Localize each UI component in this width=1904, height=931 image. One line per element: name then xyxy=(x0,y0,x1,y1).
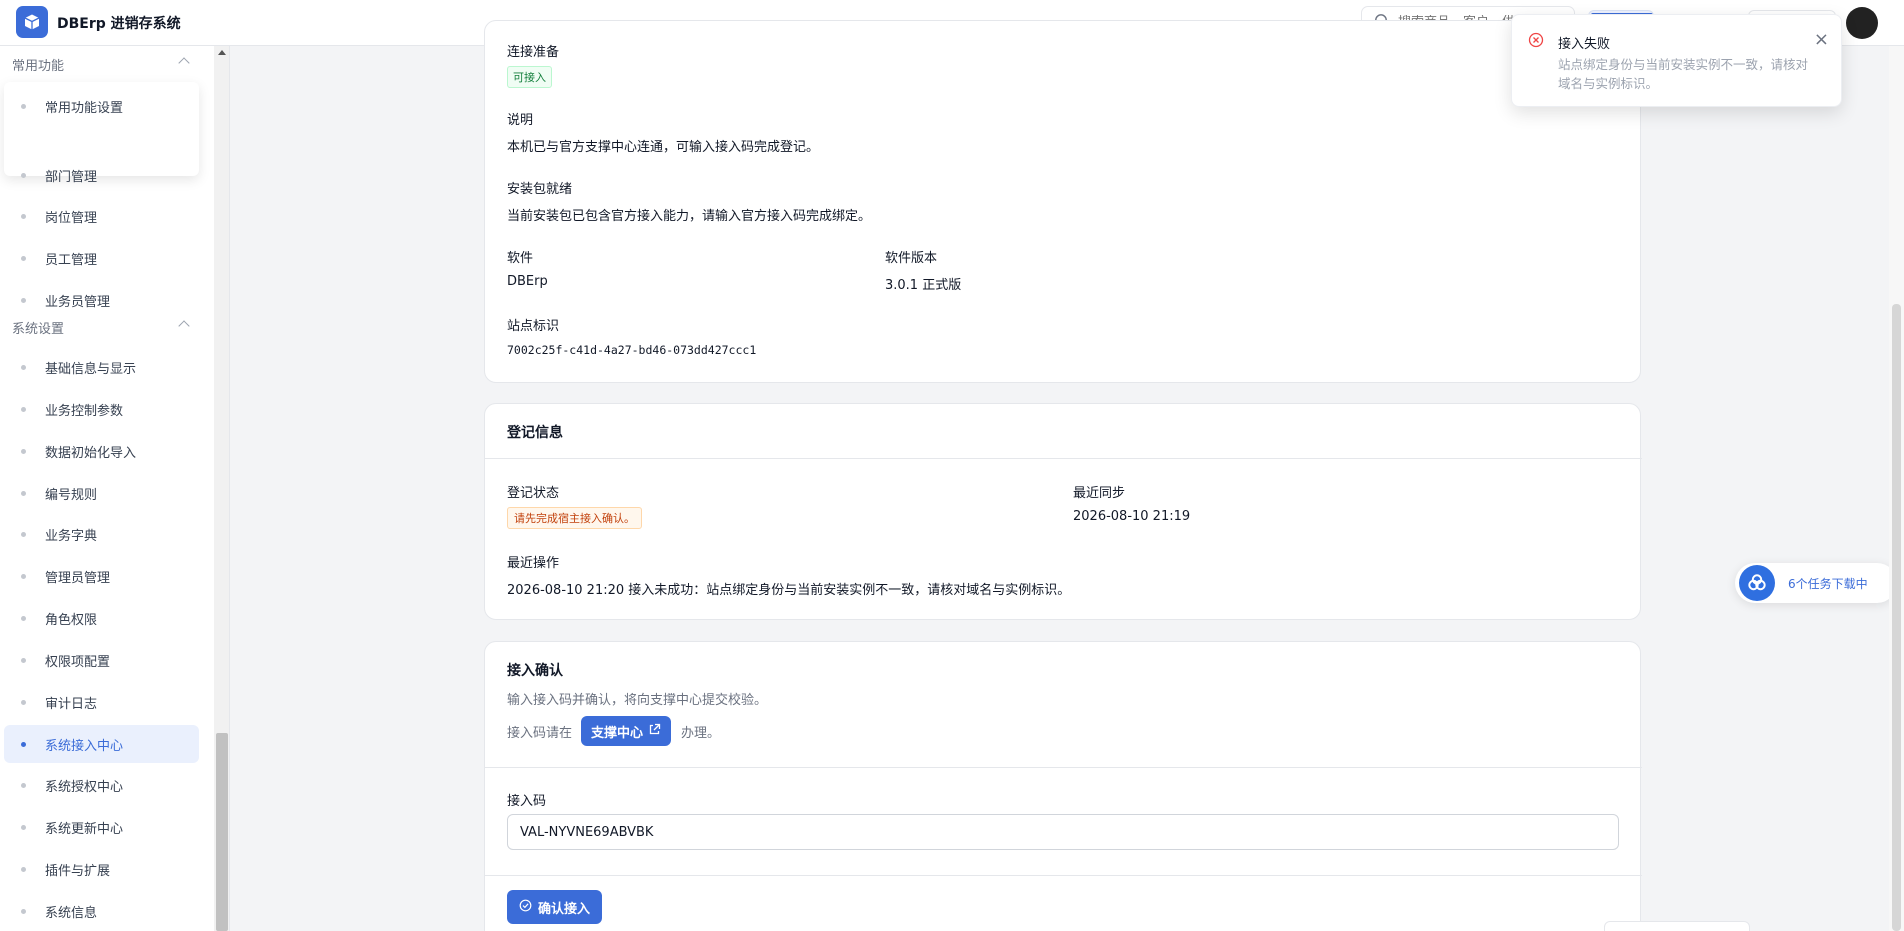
sidebar-scroll-thumb[interactable] xyxy=(216,733,228,931)
access-confirm-description: 输入接入码并确认，将向支撑中心提交校验。 xyxy=(507,693,768,708)
close-icon[interactable]: × xyxy=(1814,31,1829,49)
sidebar-item-basic-info[interactable]: 基础信息与显示 xyxy=(4,348,199,386)
site-id-label: 站点标识 xyxy=(507,319,560,334)
environment-card: 连接准备 可接入 说明 本机已与官方支撑中心连通，可输入接入码完成登记。 安装包… xyxy=(484,20,1641,383)
sidebar-item-numbering-rules[interactable]: 编号规则 xyxy=(4,474,199,512)
sidebar-item-update-center[interactable]: 系统更新中心 xyxy=(4,808,199,846)
sidebar: 常用功能 常用功能设置 部门管理 岗位管理 员工管理 业务员管理 系统设置 基础… xyxy=(0,46,215,931)
connection-label: 连接准备 xyxy=(507,45,560,60)
bullet-icon xyxy=(21,658,26,663)
chevron-up-icon xyxy=(178,320,190,332)
last-operation-value: 2026-08-10 21:20 接入未成功：站点绑定身份与当前安装实例不一致，… xyxy=(507,583,1071,598)
last-sync-label: 最近同步 xyxy=(1073,486,1126,501)
bullet-icon xyxy=(21,298,26,303)
download-tasks-text: 6个任务下载中 xyxy=(1788,577,1868,591)
bullet-icon xyxy=(21,532,26,537)
sidebar-item-access-center[interactable]: 系统接入中心 xyxy=(4,725,199,763)
registration-status-badge: 请先完成宿主接入确认。 xyxy=(507,507,642,529)
sidebar-item-data-import[interactable]: 数据初始化导入 xyxy=(4,432,199,470)
app-title: DBErp 进销存系统 xyxy=(57,16,181,32)
sidebar-item-plugins[interactable]: 插件与扩展 xyxy=(4,850,199,888)
sidebar-item-department[interactable]: 部门管理 xyxy=(4,156,199,194)
access-code-input[interactable] xyxy=(507,814,1619,850)
error-toast: 接入失败 站点绑定身份与当前安装实例不一致，请核对域名与实例标识。 × xyxy=(1511,14,1842,107)
chevron-up-icon xyxy=(178,57,190,69)
package-value: 当前安装包已包含官方接入能力，请输入官方接入码完成绑定。 xyxy=(507,209,872,224)
scroll-up-arrow-icon[interactable] xyxy=(218,50,226,55)
last-operation-label: 最近操作 xyxy=(507,556,560,571)
access-code-label: 接入码 xyxy=(507,794,547,809)
bullet-icon xyxy=(21,365,26,370)
package-label: 安装包就绪 xyxy=(507,182,573,197)
bullet-icon xyxy=(21,700,26,705)
bullet-icon xyxy=(21,214,26,219)
download-tasks-widget[interactable]: 6个任务下载中 xyxy=(1735,563,1897,603)
cloud-download-icon xyxy=(1739,565,1775,601)
bullet-icon xyxy=(21,783,26,788)
sidebar-item-employee[interactable]: 员工管理 xyxy=(4,239,199,277)
bullet-icon xyxy=(21,825,26,830)
description-value: 本机已与官方支撑中心连通，可输入接入码完成登记。 xyxy=(507,140,820,155)
support-center-label: 支撑中心 xyxy=(591,725,644,741)
avatar[interactable] xyxy=(1846,7,1878,39)
bullet-icon xyxy=(21,407,26,412)
sidebar-item-permissions[interactable]: 权限项配置 xyxy=(4,641,199,679)
confirm-access-button[interactable]: 确认接入 xyxy=(507,890,603,924)
toast-title: 接入失败 xyxy=(1558,37,1611,52)
access-confirm-title: 接入确认 xyxy=(507,663,563,679)
access-confirm-card: 接入确认 输入接入码并确认，将向支撑中心提交校验。 接入码请在 支撑中心 办理。… xyxy=(484,641,1642,931)
sidebar-item-system-info[interactable]: 系统信息 xyxy=(4,892,199,930)
registration-status-label: 登记状态 xyxy=(507,486,560,501)
sidebar-item-roles[interactable]: 角色权限 xyxy=(4,599,199,637)
sidebar-item-audit-log[interactable]: 审计日志 xyxy=(4,683,199,721)
sidebar-item-business-params[interactable]: 业务控制参数 xyxy=(4,390,199,428)
bullet-icon xyxy=(21,616,26,621)
error-circle-icon xyxy=(1528,32,1544,52)
description-label: 说明 xyxy=(507,113,534,128)
external-link-icon xyxy=(648,723,661,740)
sidebar-item-dictionary[interactable]: 业务字典 xyxy=(4,515,199,553)
registration-card: 登记信息 登记状态 请先完成宿主接入确认。 最近同步 2026-08-10 21… xyxy=(484,403,1642,620)
confirm-access-label: 确认接入 xyxy=(538,901,591,917)
bullet-icon xyxy=(21,909,26,914)
bullet-icon xyxy=(21,491,26,496)
sidebar-item-license-center[interactable]: 系统授权中心 xyxy=(4,766,199,804)
site-id-value: 7002c25f-c41d-4a27-bd46-073dd427ccc1 xyxy=(507,343,757,357)
sidebar-item-admin[interactable]: 管理员管理 xyxy=(4,557,199,595)
version-value: 3.0.1 正式版 xyxy=(885,278,962,293)
bullet-icon xyxy=(21,742,26,747)
bottom-floating-widget[interactable] xyxy=(1604,921,1750,931)
software-label: 软件 xyxy=(507,251,534,266)
support-center-button[interactable]: 支撑中心 xyxy=(581,716,672,746)
software-value: DBErp xyxy=(507,274,548,289)
bullet-icon xyxy=(21,104,26,109)
sidebar-group-system[interactable]: 系统设置 xyxy=(0,312,200,342)
sidebar-item-common-settings[interactable]: 常用功能设置 xyxy=(4,87,199,125)
version-label: 软件版本 xyxy=(885,251,938,266)
last-sync-value: 2026-08-10 21:19 xyxy=(1073,509,1191,524)
page-scrollbar[interactable] xyxy=(1889,46,1904,931)
bullet-icon xyxy=(21,256,26,261)
registration-title: 登记信息 xyxy=(507,425,563,441)
access-code-where-prefix: 接入码请在 xyxy=(507,726,573,741)
toast-message: 站点绑定身份与当前安装实例不一致，请核对域名与实例标识。 xyxy=(1558,57,1809,91)
bullet-icon xyxy=(21,867,26,872)
sidebar-item-position[interactable]: 岗位管理 xyxy=(4,197,199,235)
connection-status-badge: 可接入 xyxy=(507,66,552,88)
app-logo-icon[interactable] xyxy=(16,6,48,38)
bullet-icon xyxy=(21,449,26,454)
check-circle-icon xyxy=(519,899,532,916)
access-code-where-suffix: 办理。 xyxy=(681,726,721,741)
page-scroll-thumb[interactable] xyxy=(1892,304,1901,931)
sidebar-group-common[interactable]: 常用功能 xyxy=(0,49,200,79)
bullet-icon xyxy=(21,574,26,579)
bullet-icon xyxy=(21,173,26,178)
sidebar-scrollbar[interactable] xyxy=(214,46,230,931)
